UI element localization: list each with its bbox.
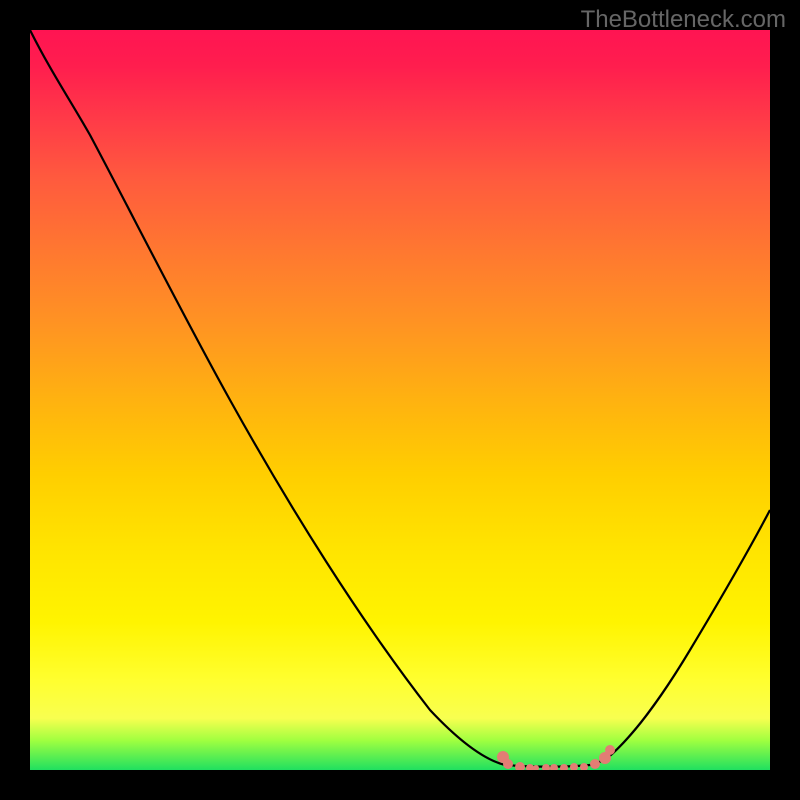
chart-area <box>30 30 770 770</box>
chart-svg <box>30 30 770 770</box>
watermark-text: TheBottleneck.com <box>581 6 786 34</box>
curve-path <box>30 30 770 767</box>
chart-container: TheBottleneck.com <box>0 0 800 800</box>
